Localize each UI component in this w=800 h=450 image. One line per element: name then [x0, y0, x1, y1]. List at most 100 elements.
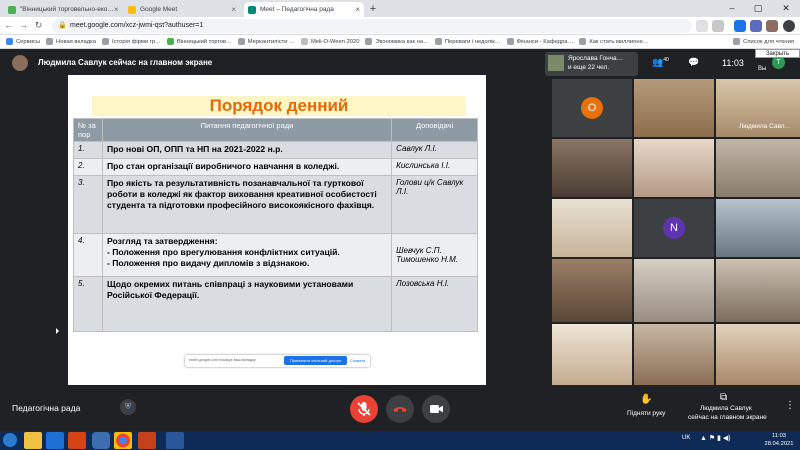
participant-avatar-letter: N	[663, 217, 685, 239]
close-icon[interactable]: ×	[114, 5, 119, 14]
back-icon[interactable]: ←	[2, 19, 15, 32]
participant-video[interactable]	[552, 199, 632, 257]
page-icon	[300, 38, 308, 45]
stop-sharing-button[interactable]: Припинити спільний доступ	[284, 356, 347, 365]
participant-tile[interactable]: O	[552, 79, 632, 137]
security-shield-icon[interactable]: ⛨	[120, 399, 136, 415]
star-icon[interactable]	[712, 20, 724, 32]
media-player-icon[interactable]	[68, 432, 86, 449]
participant-video[interactable]	[552, 324, 632, 385]
agenda-table: № за пор Питання педагогічної ради Допов…	[73, 118, 478, 332]
presenter-label[interactable]: Людмила Савлук	[700, 405, 752, 412]
profile-icon[interactable]	[783, 20, 795, 32]
participant-video[interactable]	[552, 139, 632, 197]
powerpoint-icon[interactable]	[138, 432, 156, 449]
url-field[interactable]: 🔒 meet.google.com/xcz-jwmi-qst?authuser=…	[52, 19, 692, 33]
reading-list[interactable]: Список для чтения	[733, 38, 794, 45]
internet-explorer-icon[interactable]	[46, 432, 64, 449]
folder-icon[interactable]	[92, 432, 110, 449]
bookmark-item[interactable]: Meli-O-Ween 2020	[300, 38, 359, 45]
extension-icon[interactable]	[734, 20, 746, 32]
window-close-icon[interactable]: ✕	[774, 0, 798, 17]
raise-hand-icon[interactable]: ✋	[640, 394, 652, 405]
browser-tab-2[interactable]: Google Meet ×	[124, 2, 240, 17]
participant-video[interactable]	[716, 324, 800, 385]
forward-icon[interactable]: →	[17, 19, 30, 32]
camera-button[interactable]	[422, 395, 450, 423]
bookmark-item[interactable]: Меркантилісти …	[237, 38, 295, 45]
file-explorer-icon[interactable]	[24, 432, 42, 449]
tab-label: Meet – Педагогічна рада	[260, 6, 334, 13]
mic-off-button[interactable]	[350, 395, 378, 423]
participant-video[interactable]	[716, 139, 800, 197]
browser-tab-1[interactable]: "Вінницький торговельно-еко… ×	[4, 2, 120, 17]
apps-icon	[6, 38, 13, 45]
mic-off-icon	[357, 402, 371, 416]
hide-notice-button[interactable]: Сховати	[350, 358, 365, 363]
more-options-icon[interactable]: ⋮	[785, 400, 795, 411]
bookmark-item[interactable]: Історія фірми гр…	[102, 38, 161, 45]
bookmark-item[interactable]: Переваги і недолік…	[434, 38, 501, 45]
close-tooltip: Закрыть	[755, 49, 800, 58]
reload-icon[interactable]: ↻	[32, 19, 45, 32]
bookmark-item[interactable]: Фінанси - Кафедра…	[506, 38, 573, 45]
share-notice-text: meet.google.com показує ваш вкладку	[189, 358, 256, 362]
mouse-cursor-icon	[56, 328, 59, 334]
page-icon	[102, 38, 109, 45]
row-topic: Про якість та результативність позанавча…	[101, 175, 393, 234]
meet-clock: 11:03	[722, 58, 744, 68]
participant-video[interactable]	[552, 259, 632, 322]
close-icon[interactable]: ×	[355, 5, 360, 14]
tray-time[interactable]: 11:03	[762, 433, 796, 439]
bookmark-item[interactable]: Экономика как на…	[365, 38, 429, 45]
participant-video[interactable]	[716, 259, 800, 322]
tray-icons[interactable]: ▲ ⚑ ▮ ◀)	[700, 434, 731, 442]
keyboard-language[interactable]: UK	[682, 435, 690, 441]
chat-icon[interactable]: 💬	[688, 57, 699, 68]
start-button[interactable]	[3, 433, 17, 447]
hang-up-button[interactable]	[386, 395, 414, 423]
participant-tile[interactable]: N	[634, 199, 714, 257]
tray-date[interactable]: 28.04.2021	[762, 441, 796, 447]
row-num: 5.	[73, 276, 103, 332]
table-row: 2. Про стан організації виробничого навч…	[73, 158, 478, 176]
bookmark-item[interactable]: Новая вкладка	[46, 38, 96, 45]
word-icon[interactable]	[166, 432, 184, 449]
key-icon[interactable]	[696, 20, 708, 32]
tab-label: "Вінницький торговельно-еко…	[20, 6, 114, 13]
page-icon	[237, 38, 245, 45]
table-header-row: № за пор Питання педагогічної ради Допов…	[73, 118, 478, 142]
table-row: 5. Щодо окремих питань співпраці з науко…	[73, 276, 478, 332]
maximize-icon[interactable]: ▢	[746, 0, 770, 17]
close-icon[interactable]: ×	[231, 5, 236, 14]
new-tab-button[interactable]: +	[366, 2, 380, 16]
participant-thumbnail	[548, 55, 564, 71]
browser-tab-3[interactable]: Meet – Педагогічна рада ×	[244, 2, 364, 17]
table-row: 4. Розгляд та затвердження: - Положення …	[73, 233, 478, 277]
you-label: Вы	[758, 66, 767, 72]
participant-video[interactable]	[716, 199, 800, 257]
lock-icon: 🔒	[58, 22, 67, 29]
extension-icon[interactable]	[750, 20, 762, 32]
bookmark-item[interactable]: Сервисы	[6, 38, 40, 45]
presenter-status-label[interactable]: сейчас на главном экране	[688, 414, 767, 421]
people-icon[interactable]: 👥40	[652, 57, 669, 68]
bookmark-item[interactable]: Вінницький торгов…	[166, 38, 232, 45]
participant-video[interactable]	[634, 139, 714, 197]
participant-video[interactable]	[634, 259, 714, 322]
meeting-title[interactable]: Педагогічна рада	[12, 403, 80, 413]
present-screen-icon[interactable]: ⧉	[720, 392, 727, 403]
bookmark-item[interactable]: Как стать миллионе…	[579, 38, 649, 45]
extension-icon[interactable]	[766, 20, 778, 32]
chrome-icon[interactable]	[114, 432, 132, 449]
page-icon	[506, 38, 514, 45]
participant-video[interactable]	[634, 79, 714, 137]
tab-favicon-icon	[8, 5, 16, 14]
page-icon	[46, 38, 54, 45]
page-icon	[166, 38, 174, 45]
raise-hand-label[interactable]: Підняти руку	[627, 410, 665, 417]
participant-video[interactable]	[634, 324, 714, 385]
header-speaker: Доповідачі	[391, 118, 478, 142]
row-num: 1.	[73, 141, 103, 159]
minimize-icon[interactable]: –	[720, 0, 744, 17]
